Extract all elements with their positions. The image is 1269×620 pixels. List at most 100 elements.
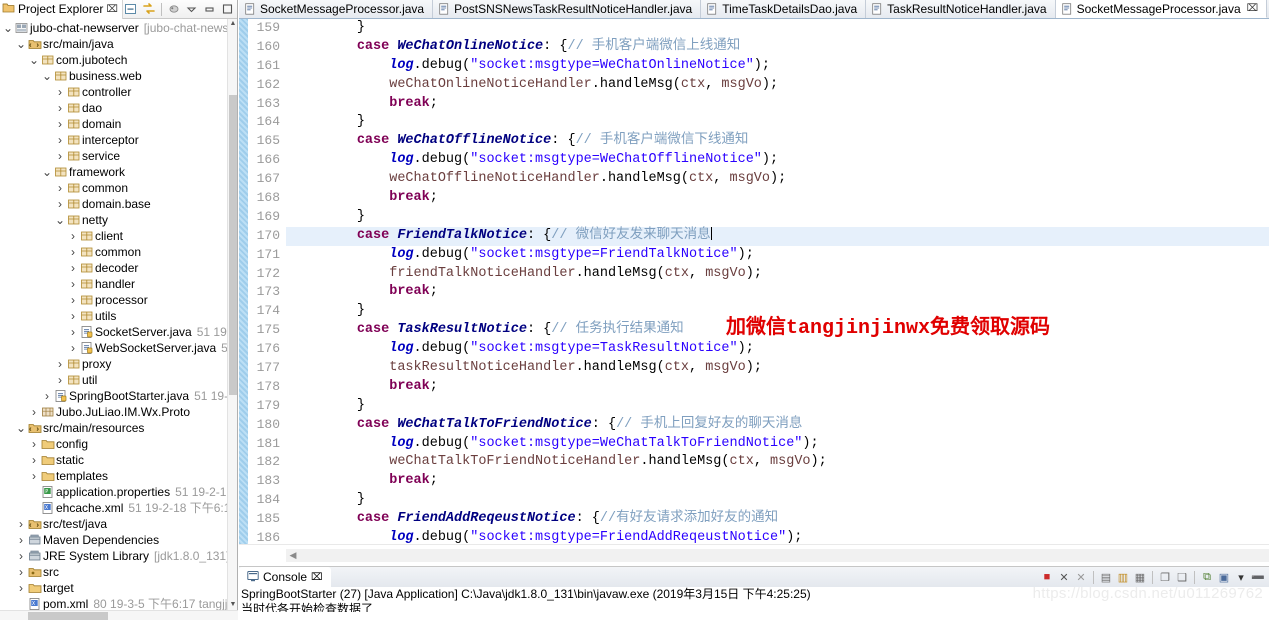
chevron-down-icon[interactable]: ⌄: [41, 70, 53, 82]
console-menu-icon[interactable]: ▣: [1217, 570, 1231, 584]
scroll-thumb[interactable]: [229, 95, 237, 395]
code-line-161[interactable]: log.debug("socket:msgtype=WeChatOnlineNo…: [286, 57, 1269, 76]
editor-tab-4[interactable]: SocketMessageProcessor.java ⌧: [1055, 0, 1268, 18]
tree-item-templates[interactable]: › templates: [0, 468, 227, 484]
source-code[interactable]: } case WeChatOnlineNotice: {// 手机客户端微信上线…: [286, 19, 1269, 544]
code-line-178[interactable]: break;: [286, 378, 1269, 397]
tree-item-decoder[interactable]: › decoder: [0, 260, 227, 276]
code-line-179[interactable]: }: [286, 397, 1269, 416]
tree-item-handler[interactable]: › handler: [0, 276, 227, 292]
collapse-all-icon[interactable]: [123, 2, 139, 17]
tab-console[interactable]: Console ⌧: [239, 567, 331, 587]
open-console-icon[interactable]: ❑: [1175, 570, 1189, 584]
chevron-right-icon[interactable]: ›: [41, 388, 53, 404]
link-with-editor-icon[interactable]: [141, 2, 157, 17]
chevron-right-icon[interactable]: ›: [28, 404, 40, 420]
tree-item-com.jubotech[interactable]: ⌄ com.jubotech: [0, 52, 227, 68]
chevron-right-icon[interactable]: ›: [54, 84, 66, 100]
tree-item-config[interactable]: › config: [0, 436, 227, 452]
code-line-172[interactable]: friendTalkNoticeHandler.handleMsg(ctx, m…: [286, 265, 1269, 284]
tree-item-src-main-java[interactable]: ⌄ src/main/java: [0, 36, 227, 52]
remove-all-launches-icon[interactable]: ✕: [1074, 570, 1088, 584]
code-line-176[interactable]: log.debug("socket:msgtype=TaskResultNoti…: [286, 340, 1269, 359]
code-line-186[interactable]: log.debug("socket:msgtype=FriendAddReqeu…: [286, 529, 1269, 544]
chevron-right-icon[interactable]: ›: [54, 356, 66, 372]
display-selected-console-icon[interactable]: ❐: [1158, 570, 1172, 584]
chevron-right-icon[interactable]: ›: [54, 132, 66, 148]
chevron-right-icon[interactable]: ›: [67, 276, 79, 292]
chevron-down-icon[interactable]: ⌄: [2, 22, 14, 34]
tree-item-src-test-java[interactable]: › src/test/java: [0, 516, 227, 532]
chevron-right-icon[interactable]: ›: [15, 532, 27, 548]
chevron-right-icon[interactable]: ›: [15, 548, 27, 564]
focus-on-active-task-icon[interactable]: [166, 2, 182, 17]
code-line-165[interactable]: case WeChatOfflineNotice: {// 手机客户端微信下线通…: [286, 132, 1269, 151]
tree-item-jubo.juliao.im.wx.proto[interactable]: › Jubo.JuLiao.IM.Wx.Proto: [0, 404, 227, 420]
scroll-down-arrow[interactable]: ▼: [228, 600, 238, 610]
tree-item-jre-system-library[interactable]: › JRE System Library [jdk1.8.0_131]: [0, 548, 227, 564]
editor-tab-2[interactable]: TimeTaskDetailsDao.java: [701, 0, 867, 18]
tree-item-maven-dependencies[interactable]: › Maven Dependencies: [0, 532, 227, 548]
tree-item-framework[interactable]: ⌄ framework: [0, 164, 227, 180]
tree-item-common[interactable]: › common: [0, 244, 227, 260]
project-explorer-tab[interactable]: Project Explorer ⌧: [0, 0, 123, 19]
scroll-left-arrow[interactable]: ◀: [286, 549, 300, 562]
clear-console-icon[interactable]: ▤: [1099, 570, 1113, 584]
tree-item-interceptor[interactable]: › interceptor: [0, 132, 227, 148]
terminate-icon[interactable]: ■: [1040, 570, 1054, 584]
close-icon[interactable]: ⌧: [106, 4, 118, 15]
new-console-view-icon[interactable]: ⧉: [1200, 570, 1214, 584]
code-line-166[interactable]: log.debug("socket:msgtype=WeChatOfflineN…: [286, 151, 1269, 170]
console-dropdown-icon[interactable]: ▾: [1234, 570, 1248, 584]
project-tree-vertical-scrollbar[interactable]: ▲ ▼: [227, 19, 237, 610]
scroll-track[interactable]: [286, 549, 1269, 562]
chevron-down-icon[interactable]: ⌄: [54, 214, 66, 226]
chevron-down-icon[interactable]: ⌄: [15, 422, 27, 434]
chevron-right-icon[interactable]: ›: [67, 260, 79, 276]
code-line-185[interactable]: case FriendAddReqeustNotice: {//有好友请求添加好…: [286, 510, 1269, 529]
code-line-169[interactable]: }: [286, 208, 1269, 227]
code-line-173[interactable]: break;: [286, 283, 1269, 302]
tree-item-src[interactable]: › src: [0, 564, 227, 580]
project-tree[interactable]: ⌄ jubo-chat-newserver [jubo-chat-newse ⌄ src…: [0, 19, 227, 610]
chevron-right-icon[interactable]: ›: [54, 148, 66, 164]
tree-item-ehcache.xml[interactable]: Xehcache.xml 51 19-2-18 下午6:18: [0, 500, 227, 516]
tree-item-application.properties[interactable]: Papplication.properties 51 19-2-1: [0, 484, 227, 500]
editor-horizontal-scrollbar[interactable]: ◀: [239, 544, 1269, 566]
tree-item-client[interactable]: › client: [0, 228, 227, 244]
chevron-down-icon[interactable]: ⌄: [15, 38, 27, 50]
chevron-right-icon[interactable]: ›: [28, 436, 40, 452]
scroll-lock-icon[interactable]: ▥: [1116, 570, 1130, 584]
scroll-up-arrow[interactable]: ▲: [228, 19, 238, 29]
chevron-right-icon[interactable]: ›: [54, 100, 66, 116]
remove-launch-icon[interactable]: ✕: [1057, 570, 1071, 584]
scroll-thumb-horizontal[interactable]: [28, 612, 108, 620]
tree-item-src-main-resources[interactable]: ⌄ src/main/resources: [0, 420, 227, 436]
pin-console-icon[interactable]: ▦: [1133, 570, 1147, 584]
tree-item-business.web[interactable]: ⌄ business.web: [0, 68, 227, 84]
chevron-right-icon[interactable]: ›: [67, 228, 79, 244]
code-viewport[interactable]: 159 160 161 162 163 164 165 166 167 168 169 170 171 1…: [239, 19, 1269, 566]
tree-item-dao[interactable]: › dao: [0, 100, 227, 116]
code-line-162[interactable]: weChatOnlineNoticeHandler.handleMsg(ctx,…: [286, 76, 1269, 95]
chevron-down-icon[interactable]: ⌄: [28, 54, 40, 66]
tree-item-proxy[interactable]: › proxy: [0, 356, 227, 372]
code-line-182[interactable]: weChatTalkToFriendNoticeHandler.handleMs…: [286, 453, 1269, 472]
code-line-159[interactable]: }: [286, 19, 1269, 38]
code-line-183[interactable]: break;: [286, 472, 1269, 491]
close-icon[interactable]: ⌧: [311, 572, 323, 583]
tree-item-service[interactable]: › service: [0, 148, 227, 164]
code-line-160[interactable]: case WeChatOnlineNotice: {// 手机客户端微信上线通知: [286, 38, 1269, 57]
code-line-177[interactable]: taskResultNoticeHandler.handleMsg(ctx, m…: [286, 359, 1269, 378]
code-line-184[interactable]: }: [286, 491, 1269, 510]
tree-item-springbootstarter.java[interactable]: › SpringBootStarter.java 51 19-2: [0, 388, 227, 404]
code-line-171[interactable]: log.debug("socket:msgtype=FriendTalkNoti…: [286, 246, 1269, 265]
chevron-right-icon[interactable]: ›: [67, 308, 79, 324]
tree-item-jubo-chat-newserver[interactable]: ⌄ jubo-chat-newserver [jubo-chat-newse: [0, 20, 227, 36]
editor-tab-3[interactable]: TaskResultNoticeHandler.java: [866, 0, 1056, 18]
chevron-right-icon[interactable]: ›: [28, 468, 40, 484]
code-line-163[interactable]: break;: [286, 95, 1269, 114]
view-menu-icon[interactable]: [184, 2, 200, 17]
tree-item-common[interactable]: › common: [0, 180, 227, 196]
maximize-icon[interactable]: [220, 2, 236, 17]
